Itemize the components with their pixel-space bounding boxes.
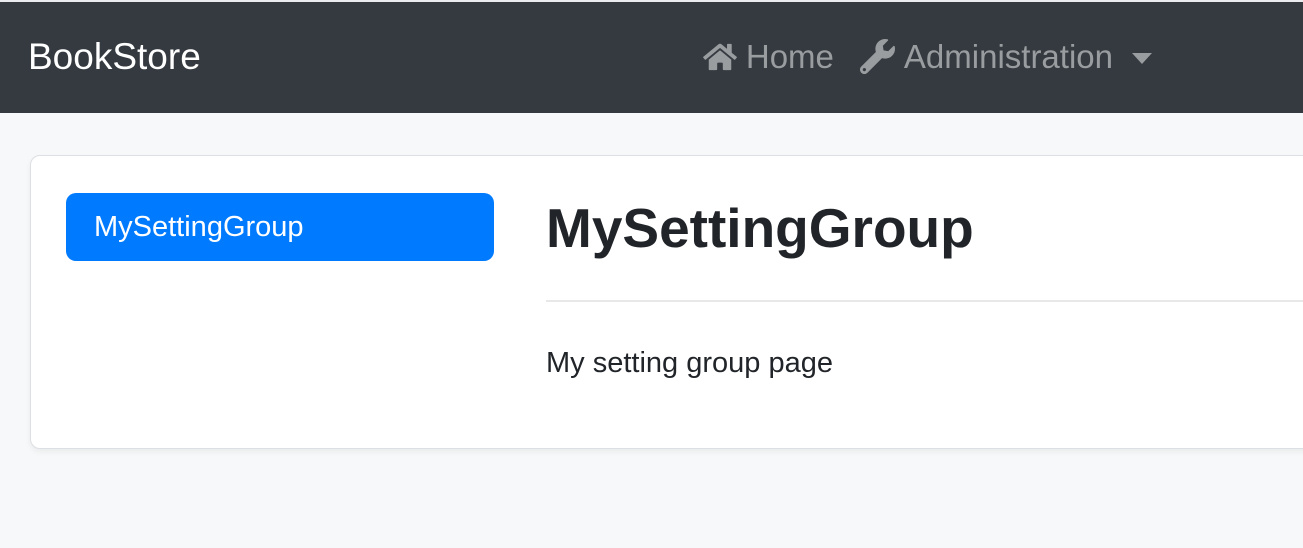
home-icon (702, 42, 737, 72)
settings-card: MySettingGroup MySettingGroup My setting… (30, 155, 1303, 449)
nav-item-home-label: Home (745, 38, 834, 75)
brand-link[interactable]: BookStore (28, 38, 201, 75)
page-title: MySettingGroup (546, 197, 974, 259)
nav-item-administration[interactable]: Administration (847, 39, 1165, 74)
setting-group-tab[interactable]: MySettingGroup (66, 193, 494, 261)
setting-group-description: My setting group page (546, 347, 833, 379)
navbar-menu: Home Administration (690, 39, 1165, 74)
chevron-down-icon (1132, 53, 1152, 64)
top-navbar: BookStore Home Administration (0, 0, 1303, 113)
window-top-edge (0, 0, 1303, 2)
heading-divider (546, 300, 1303, 302)
nav-item-home[interactable]: Home (690, 40, 847, 73)
wrench-icon (859, 39, 895, 74)
nav-item-administration-label: Administration (903, 38, 1113, 75)
